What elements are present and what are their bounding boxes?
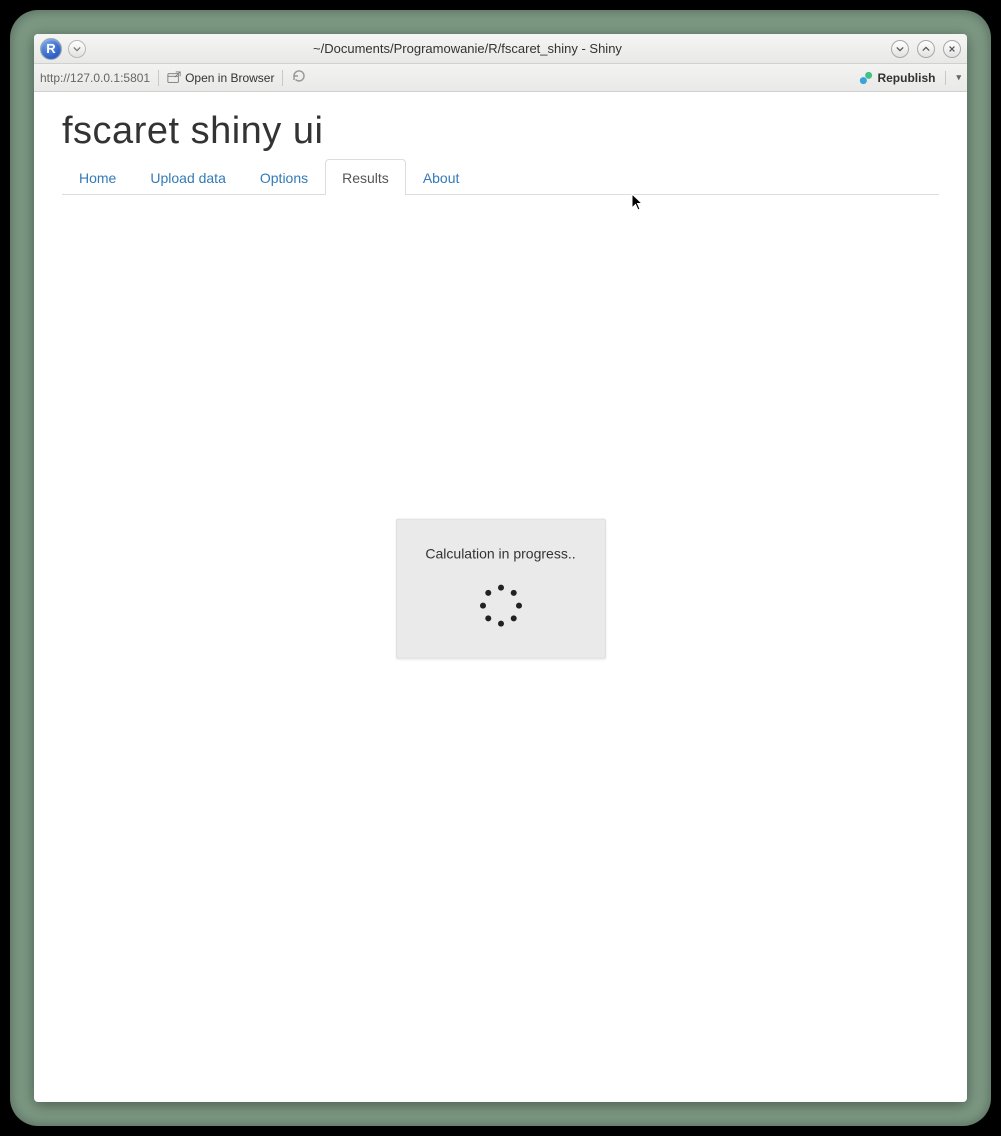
window-title: ~/Documents/Programowanie/R/fscaret_shin… [92, 41, 883, 56]
app-window: R ~/Documents/Programowanie/R/fscaret_sh… [34, 34, 967, 1102]
page-title: fscaret shiny ui [62, 110, 939, 153]
tab-about[interactable]: About [406, 159, 477, 195]
chevron-down-icon [896, 45, 904, 53]
tab-options[interactable]: Options [243, 159, 325, 195]
tab-upload-data[interactable]: Upload data [133, 159, 243, 195]
progress-text: Calculation in progress.. [407, 546, 595, 562]
r-logo-icon: R [40, 38, 62, 60]
mouse-cursor-icon [631, 193, 645, 213]
open-in-browser-button[interactable]: Open in Browser [167, 71, 274, 85]
chevron-down-icon [73, 45, 81, 53]
republish-label: Republish [877, 71, 935, 85]
chevron-down-icon: ▾ [956, 72, 961, 83]
tab-results[interactable]: Results [325, 159, 406, 195]
separator [945, 71, 946, 85]
url-display: http://127.0.0.1:5801 [40, 71, 150, 85]
window-maximize-button[interactable] [917, 40, 935, 58]
chevron-up-icon [922, 45, 930, 53]
open-in-browser-label: Open in Browser [185, 71, 274, 85]
tab-home[interactable]: Home [62, 159, 133, 195]
nav-tabs: Home Upload data Options Results About [62, 159, 939, 195]
title-dropdown-button[interactable] [68, 40, 86, 58]
close-icon [948, 45, 956, 53]
spinner-icon [479, 584, 523, 628]
window-close-button[interactable] [943, 40, 961, 58]
republish-button[interactable]: Republish ▾ [859, 71, 961, 85]
reload-button[interactable] [291, 68, 307, 87]
desktop-background: R ~/Documents/Programowanie/R/fscaret_sh… [10, 10, 991, 1126]
progress-panel: Calculation in progress.. [396, 519, 606, 659]
separator [158, 70, 159, 86]
publish-icon [859, 71, 873, 85]
browser-icon [167, 71, 181, 85]
separator [282, 70, 283, 86]
reload-icon [291, 68, 307, 84]
page-body: fscaret shiny ui Home Upload data Option… [34, 92, 967, 1102]
window-minimize-button[interactable] [891, 40, 909, 58]
toolbar: http://127.0.0.1:5801 Open in Browser [34, 64, 967, 92]
window-titlebar: R ~/Documents/Programowanie/R/fscaret_sh… [34, 34, 967, 64]
